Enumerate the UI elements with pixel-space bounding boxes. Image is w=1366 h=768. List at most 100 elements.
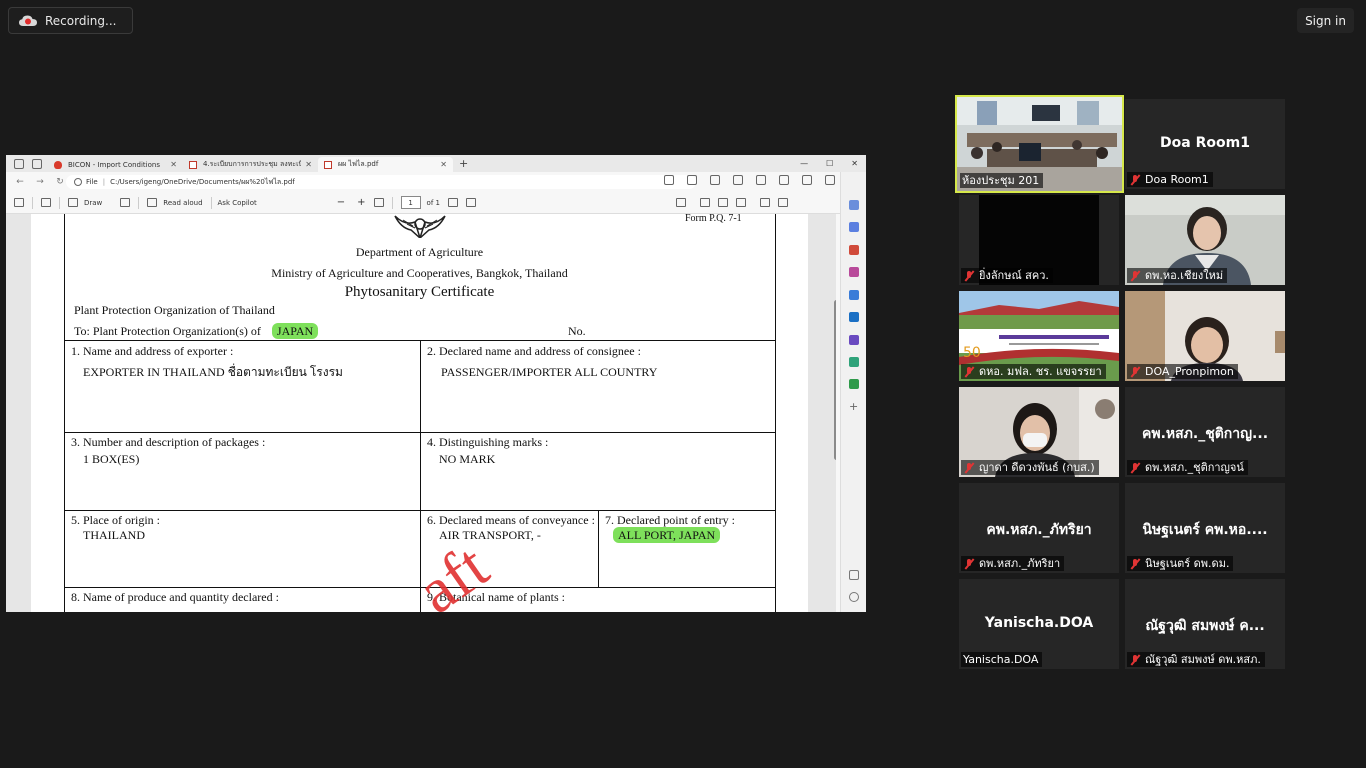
shopping-icon[interactable]: [849, 245, 859, 255]
read-aloud-button[interactable]: Read aloud: [163, 199, 202, 207]
games-icon[interactable]: [849, 267, 859, 277]
participant-tile-maefahluang[interactable]: 50 ดหอ. มฟล. ชร. แขจรรยา: [959, 291, 1119, 381]
field1-label: 1. Name and address of exporter :: [71, 344, 234, 358]
participant-name: ดพ.หสภ._ชุติกาญจน์: [1127, 460, 1248, 475]
tab-meeting-doc[interactable]: 4.ระเบียบการการประชุม ลงทะเบียนไม่ ✕: [183, 157, 318, 172]
outlook-icon[interactable]: [849, 312, 859, 322]
new-tab-button[interactable]: +: [459, 157, 468, 170]
add-sidebar-icon[interactable]: +: [849, 401, 859, 412]
participant-tile-nitthanet[interactable]: นิษฐเนตร์ คพ.หอ.... นิษฐเนตร์ ดพ.ดม.: [1125, 483, 1285, 573]
tab-pdf-active[interactable]: ผผ ไฟไล.pdf ✕: [318, 157, 453, 172]
zoom-in-button[interactable]: +: [357, 197, 365, 208]
save-as-icon[interactable]: [735, 198, 746, 207]
field3-value: 1 BOX(ES): [83, 452, 140, 466]
pdf-viewer[interactable]: Form P.Q. 7-1 Department of Agriculture …: [6, 214, 836, 612]
contents-icon[interactable]: [14, 198, 24, 207]
close-tab-icon[interactable]: ✕: [305, 160, 312, 169]
participant-name-text: ดหอ. มฟล. ชร. แขจรรยา: [979, 365, 1102, 378]
m365-icon[interactable]: [849, 290, 859, 300]
collections-icon[interactable]: [756, 175, 766, 185]
print-icon[interactable]: [699, 198, 710, 207]
profile-icon[interactable]: [802, 175, 812, 185]
workspaces-icon[interactable]: [14, 158, 24, 169]
participant-tile-yanischa[interactable]: Yanischa.DOA Yanischa.DOA: [959, 579, 1119, 669]
participant-tile-doaroom1[interactable]: Doa Room1 Doa Room1: [1125, 99, 1285, 189]
sign-in-button[interactable]: Sign in: [1297, 8, 1354, 33]
page-number-input[interactable]: 1: [400, 196, 421, 209]
address-bar[interactable]: File | C:/Users/igeng/OneDrive/Documents…: [66, 175, 696, 189]
close-tab-icon[interactable]: ✕: [170, 160, 177, 169]
participant-tile-room201[interactable]: ห้องประชุม 201: [955, 95, 1124, 193]
field7-value: ALL PORT, JAPAN: [613, 527, 721, 543]
mic-muted-icon: [1129, 270, 1141, 282]
page-view-icon[interactable]: [465, 198, 476, 207]
eraser-icon[interactable]: [120, 198, 131, 207]
info-icon[interactable]: [74, 178, 82, 186]
mic-muted-icon: [1129, 462, 1141, 474]
highlight-icon[interactable]: [41, 198, 51, 207]
rotate-icon[interactable]: [447, 198, 458, 207]
split-screen-icon[interactable]: [710, 175, 720, 185]
participant-display-name: ณัฐวุฒิ สมพงษ์ ค...: [1145, 618, 1265, 634]
collections-sidebar-icon[interactable]: [849, 222, 859, 232]
minimize-icon[interactable]: —: [800, 159, 808, 168]
tree-icon[interactable]: [849, 379, 859, 389]
refresh-icon[interactable]: ↻: [54, 177, 66, 187]
participant-tile-nathawut[interactable]: ณัฐวุฒิ สมพงษ์ ค... ณัฐวุฒิ สมพงษ์ ดพ.หส…: [1125, 579, 1285, 669]
recording-indicator[interactable]: Recording...: [8, 7, 133, 34]
zoom-out-button[interactable]: −: [337, 197, 345, 208]
pdf-favicon-icon: [189, 160, 197, 169]
participant-tile-chutikan[interactable]: คพ.หสภ._ชุติกาญ... ดพ.หสภ._ชุติกาญจน์: [1125, 387, 1285, 477]
fit-page-icon[interactable]: [373, 198, 384, 207]
participant-tile-pronpimon[interactable]: DOA_Pronpimon: [1125, 291, 1285, 381]
edge-sidebar: +: [840, 172, 866, 612]
tab-title: BICON - Import Conditions: [68, 160, 160, 169]
save-icon[interactable]: [717, 198, 728, 207]
mic-muted-icon: [1129, 558, 1141, 570]
maximize-icon[interactable]: ☐: [826, 159, 833, 168]
field5-value: THAILAND: [83, 528, 145, 542]
draw-icon[interactable]: [68, 198, 78, 207]
pdf-favicon-icon: [324, 160, 332, 169]
sidebar-settings-icon[interactable]: [849, 592, 859, 602]
field3-label: 3. Number and description of packages :: [71, 435, 266, 449]
participant-name: DOA_Pronpimon: [1127, 364, 1238, 379]
field2-label: 2. Declared name and address of consigne…: [427, 344, 641, 358]
participant-name-text: Doa Room1: [1145, 173, 1209, 186]
participant-tile-yada[interactable]: ญาดา ดีดวงพันธ์ (กบส.): [959, 387, 1119, 477]
tab-bicon[interactable]: BICON - Import Conditions ✕: [48, 157, 183, 172]
ask-copilot-button[interactable]: Ask Copilot: [218, 199, 257, 207]
mic-muted-icon: [1129, 366, 1141, 378]
close-tab-icon[interactable]: ✕: [440, 160, 447, 169]
forward-icon[interactable]: →: [34, 177, 46, 187]
participant-name: Yanischa.DOA: [961, 652, 1043, 667]
mic-muted-icon: [1129, 174, 1141, 186]
read-aloud-icon[interactable]: [147, 198, 158, 207]
favorite-star-icon[interactable]: [687, 175, 697, 185]
back-icon[interactable]: ←: [14, 177, 26, 187]
participant-tile-chiangmai[interactable]: ดพ.หอ.เชียงใหม่: [1125, 195, 1285, 285]
favorites-icon[interactable]: [733, 175, 743, 185]
participant-display-name: คพ.หสภ._ชุติกาญ...: [1141, 426, 1269, 442]
cloud-record-icon: [19, 15, 37, 27]
draw-button[interactable]: Draw: [84, 199, 102, 207]
mic-muted-icon: [963, 270, 975, 282]
participant-name-text: Yanischa.DOA: [963, 653, 1039, 666]
settings-icon[interactable]: [777, 198, 788, 207]
close-window-icon[interactable]: ✕: [851, 159, 858, 168]
tab-actions-icon[interactable]: [32, 158, 42, 169]
fullscreen-icon[interactable]: [759, 198, 770, 207]
zoom-icon[interactable]: [664, 175, 674, 185]
sidebar-toggle-icon[interactable]: [849, 570, 859, 580]
drop-icon[interactable]: [849, 357, 859, 367]
extensions-icon[interactable]: [779, 175, 789, 185]
more-icon[interactable]: [825, 175, 835, 185]
participant-tile-yinglak[interactable]: ยิ่งลักษณ์ สคว.: [959, 195, 1119, 285]
participant-tile-phattariya[interactable]: คพ.หสภ._ภัทริยา ดพ.หสภ._ภัทริยา: [959, 483, 1119, 573]
participant-display-name: Yanischa.DOA: [984, 615, 1094, 631]
search-icon[interactable]: [675, 198, 686, 207]
search-sidebar-icon[interactable]: [849, 200, 859, 210]
participant-name-text: ดพ.หอ.เชียงใหม่: [1145, 269, 1224, 282]
designer-icon[interactable]: [849, 335, 859, 345]
pdf-scrollbar[interactable]: [834, 300, 836, 460]
